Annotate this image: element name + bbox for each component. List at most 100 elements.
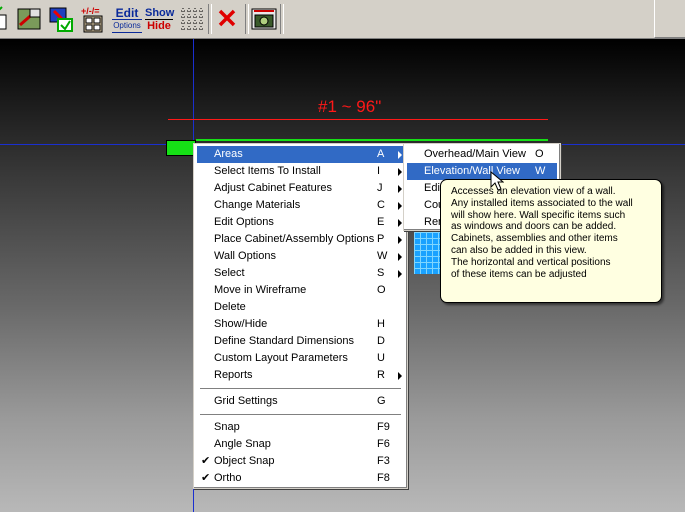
menu-item-shortcut: R — [377, 369, 385, 381]
menu-separator — [197, 384, 404, 393]
menu-item-object-snap[interactable]: ✔ Object Snap F3 — [197, 453, 404, 470]
wall-outline[interactable] — [196, 139, 548, 141]
menu-item-shortcut: J — [377, 182, 383, 194]
menu-item-shortcut: O — [377, 284, 386, 296]
menu-item-shortcut: E — [377, 216, 385, 228]
move-install-icon[interactable] — [48, 5, 76, 33]
tooltip-line: of these items can be adjusted — [451, 268, 587, 280]
elevation-view-tooltip: Accesses an elevation view of a wall. Any… — [440, 179, 662, 303]
grid-icon[interactable] — [179, 5, 207, 33]
menu-item-shortcut: W — [535, 165, 546, 177]
menu-item-label: Grid Settings — [214, 395, 278, 407]
submenu-arrow-icon — [398, 185, 402, 193]
mouse-cursor-icon — [490, 171, 504, 191]
menu-item-define-standard-dimensions[interactable]: Define Standard Dimensions D — [197, 333, 404, 350]
menu-item-show-hide[interactable]: Show/Hide H — [197, 316, 404, 333]
show-label: Show — [145, 7, 175, 20]
submenu-arrow-icon — [398, 253, 402, 261]
tooltip-line: Any installed items associated to the wa… — [451, 197, 633, 209]
plus-minus-equals-icon[interactable]: +/-/= — [80, 5, 108, 33]
menu-item-custom-layout-parameters[interactable]: Custom Layout Parameters U — [197, 350, 404, 367]
menu-item-overhead-main-view[interactable]: Overhead/Main View O — [407, 146, 557, 163]
wall-end-block[interactable] — [166, 140, 196, 156]
hide-label: Hide — [147, 20, 171, 32]
menu-item-shortcut: H — [377, 318, 385, 330]
menu-item-shortcut: U — [377, 352, 385, 364]
delete-x-icon[interactable] — [214, 5, 242, 33]
menu-item-label: Show/Hide — [214, 318, 268, 330]
menu-item-shortcut: F9 — [377, 421, 390, 433]
menu-item-shortcut: P — [377, 233, 385, 245]
context-menu: Areas A Select Items To Install I Adjust Cab… — [193, 143, 408, 489]
menu-item-move-in-wireframe[interactable]: Move in Wireframe O — [197, 282, 404, 299]
tooltip-line: Accesses an elevation view of a wall. — [451, 186, 616, 197]
submenu-arrow-icon — [398, 151, 402, 159]
edit-options-bottom-label: Options — [112, 19, 142, 33]
menu-item-label: Reports — [214, 369, 253, 381]
camera-icon[interactable] — [250, 5, 278, 33]
menu-item-select[interactable]: Select S — [197, 265, 404, 282]
menu-item-label: Place Cabinet/Assembly Options — [214, 233, 375, 245]
menu-item-delete[interactable]: Delete — [197, 299, 404, 316]
submenu-arrow-icon — [398, 236, 402, 244]
menu-item-ortho[interactable]: ✔ Ortho F8 — [197, 470, 404, 487]
menu-item-adjust-cabinet-features[interactable]: Adjust Cabinet Features J — [197, 180, 404, 197]
menu-item-snap[interactable]: Snap F9 — [197, 419, 404, 436]
menu-item-label: Select — [214, 267, 245, 279]
menu-item-shortcut: G — [377, 395, 386, 407]
menu-item-areas[interactable]: Areas A — [197, 146, 404, 163]
menu-separator — [197, 410, 404, 419]
menu-item-label: Select Items To Install — [214, 165, 321, 177]
edit-options-button[interactable]: Edit Options — [112, 7, 142, 33]
edit-options-top-label: Edit — [115, 6, 139, 20]
dimension-line — [168, 119, 548, 120]
wall-dimension-label: #1 ~ 96" — [318, 97, 382, 116]
menu-item-label: Elevation/Wall View — [424, 165, 520, 177]
menu-item-label: Overhead/Main View — [424, 148, 526, 160]
menu-item-change-materials[interactable]: Change Materials C — [197, 197, 404, 214]
tooltip-line: The horizontal and vertical positions — [451, 256, 611, 268]
menu-item-label: Areas — [214, 148, 243, 160]
menu-item-label: Move in Wireframe — [214, 284, 307, 296]
plus-minus-equals-label: +/-/= — [81, 6, 100, 16]
menu-item-label: Angle Snap — [214, 438, 271, 450]
menu-item-angle-snap[interactable]: Angle Snap F6 — [197, 436, 404, 453]
menu-item-label: Snap — [214, 421, 240, 433]
tooltip-line: can also be added in this view. — [451, 244, 587, 256]
menu-item-label: Wall Options — [214, 250, 276, 262]
menu-item-label: Ortho — [214, 472, 242, 484]
menu-item-shortcut: D — [377, 335, 385, 347]
menu-item-wall-options[interactable]: Wall Options W — [197, 248, 404, 265]
submenu-arrow-icon — [398, 168, 402, 176]
checkmark-icon: ✔ — [201, 472, 211, 484]
menu-item-elevation-wall-view[interactable]: Elevation/Wall View W — [407, 163, 557, 180]
menu-item-shortcut: F3 — [377, 455, 390, 467]
submenu-arrow-icon — [398, 270, 402, 278]
submenu-arrow-icon — [398, 202, 402, 210]
menu-item-label: Define Standard Dimensions — [214, 335, 355, 347]
menu-item-shortcut: F6 — [377, 438, 390, 450]
menu-item-shortcut: A — [377, 148, 385, 160]
map-icon[interactable] — [16, 5, 44, 33]
menu-item-label: Change Materials — [214, 199, 301, 211]
main-toolbar: it +/-/= Edit Options Show Hide — [0, 0, 685, 39]
menu-item-shortcut: O — [535, 148, 544, 160]
menu-item-label: Object Snap — [214, 455, 275, 467]
toolbar-right-strip — [654, 0, 685, 38]
show-hide-button[interactable]: Show Hide — [145, 7, 175, 32]
menu-item-place-cabinet-assembly-options[interactable]: Place Cabinet/Assembly Options P — [197, 231, 404, 248]
menu-item-label: Custom Layout Parameters — [214, 352, 348, 364]
submenu-arrow-icon — [398, 219, 402, 227]
menu-item-edit-options[interactable]: Edit Options E — [197, 214, 404, 231]
menu-item-label: Adjust Cabinet Features — [214, 182, 333, 194]
menu-item-label: Edit Options — [214, 216, 274, 228]
menu-item-shortcut: C — [377, 199, 385, 211]
menu-item-grid-settings[interactable]: Grid Settings G — [197, 393, 404, 410]
menu-item-reports[interactable]: Reports R — [197, 367, 404, 384]
tooltip-line: Cabinets, assemblies and other items — [451, 233, 618, 245]
menu-item-shortcut: I — [377, 165, 381, 177]
menu-item-shortcut: S — [377, 267, 385, 279]
menu-item-select-items-to-install[interactable]: Select Items To Install I — [197, 163, 404, 180]
submenu-arrow-icon — [398, 372, 402, 380]
tooltip-line: as windows and doors can be added. — [451, 221, 617, 233]
